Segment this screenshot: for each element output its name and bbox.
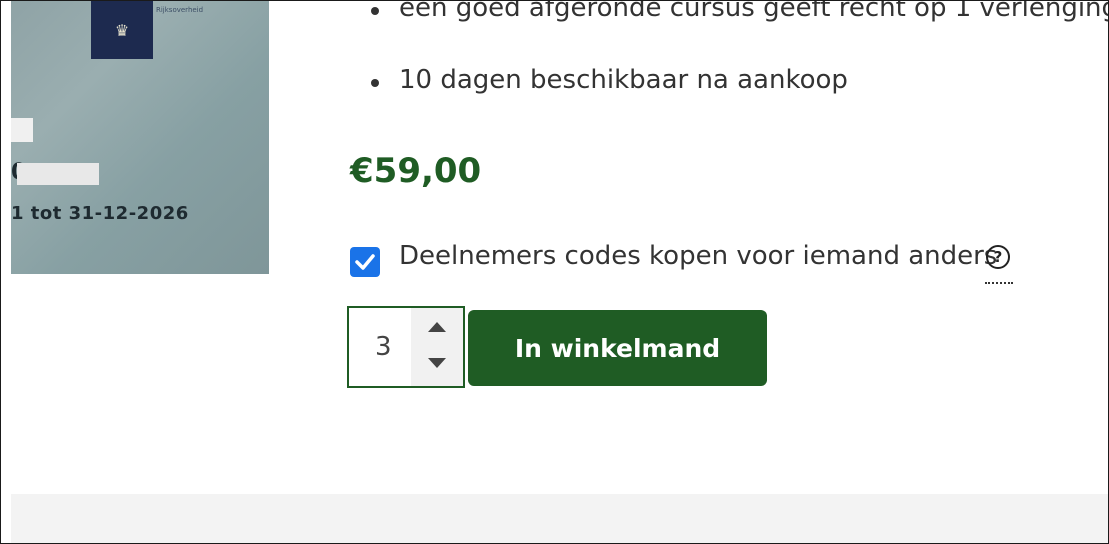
checkmark-icon [355, 254, 375, 270]
gift-checkbox[interactable] [350, 247, 380, 277]
gift-checkbox-label[interactable]: Deelnemers codes kopen voor iemand ander… [399, 241, 997, 271]
footer-band [11, 494, 1108, 543]
bullet-icon [371, 7, 379, 15]
quantity-spinner[interactable] [411, 308, 463, 386]
crest-icon: ♛ [114, 21, 130, 40]
card-validity-date: 1 tot 31-12-2026 [11, 203, 189, 224]
bullet-icon [371, 79, 379, 87]
list-item-text: een goed afgeronde cursus geeft recht op… [399, 0, 1109, 23]
quantity-value[interactable]: 3 [375, 332, 392, 362]
help-icon[interactable]: ? [986, 245, 1010, 269]
redaction-block [17, 163, 99, 185]
decrement-arrow-icon[interactable] [428, 358, 446, 368]
list-item-text: 10 dagen beschikbaar na aankoop [399, 65, 848, 95]
logo-text: Rijksoverheid [156, 6, 204, 14]
help-tooltip-underline [985, 282, 1013, 284]
increment-arrow-icon[interactable] [428, 322, 446, 332]
government-logo: ♛ [91, 1, 153, 59]
page-frame: ♛ Rijksoverheid 0 1 tot 31-12-2026 een g… [0, 0, 1109, 544]
quantity-stepper[interactable]: 3 [347, 306, 465, 388]
redaction-block [11, 118, 33, 142]
license-card-image: ♛ Rijksoverheid 0 1 tot 31-12-2026 [11, 1, 269, 274]
product-price: €59,00 [350, 151, 482, 191]
add-to-cart-button[interactable]: In winkelmand [468, 310, 767, 386]
